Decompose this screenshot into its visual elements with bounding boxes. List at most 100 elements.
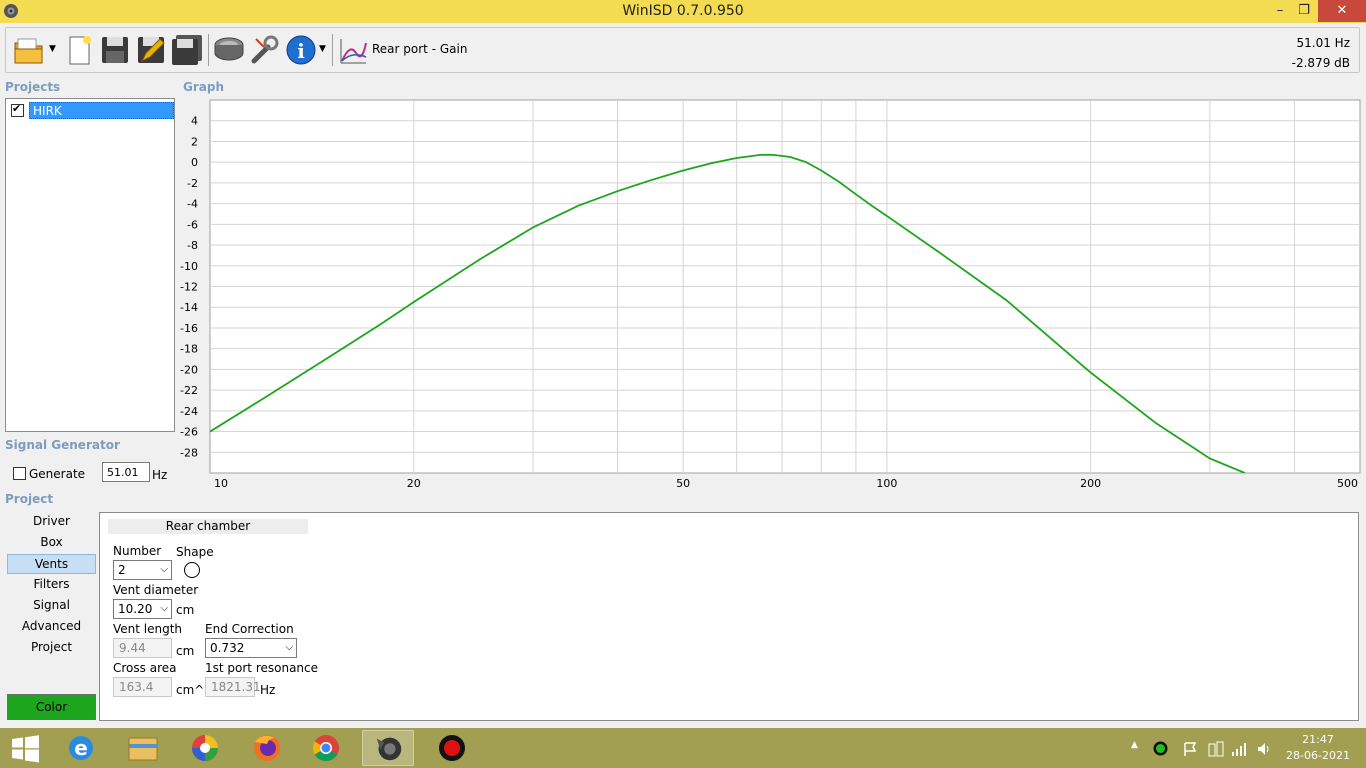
svg-text:i: i: [297, 39, 305, 63]
toolbar: ▼ i ▼ Rear port - Gain 51.01 Hz -2.879 d…: [5, 27, 1360, 73]
clock-time: 21:47: [1302, 733, 1334, 746]
tray-status-icon[interactable]: [1153, 741, 1168, 756]
open-dropdown-arrow[interactable]: ▼: [49, 44, 56, 54]
project-item[interactable]: HIRK: [8, 101, 174, 119]
volume-icon[interactable]: [1256, 741, 1272, 757]
x-tick-label: 20: [407, 477, 421, 490]
x-tick-label: 100: [876, 477, 897, 490]
y-tick-label: -14: [180, 301, 198, 314]
vent-length-unit: cm: [176, 644, 195, 658]
graph-type-label[interactable]: Rear port - Gain: [372, 42, 467, 56]
chevron-down-icon: ⌵: [285, 642, 293, 653]
nav-item-vents[interactable]: Vents: [7, 554, 96, 574]
taskbar: e ▲ 21:47 28-06-2021: [0, 728, 1366, 768]
driver-speaker-icon[interactable]: [212, 33, 246, 67]
project-section-label: Project: [5, 492, 54, 506]
open-folder-icon[interactable]: [12, 33, 46, 67]
vent-diameter-label: Vent diameter: [113, 583, 199, 597]
y-tick-label: -10: [180, 260, 198, 273]
y-tick-label: -22: [180, 384, 198, 397]
edit-save-icon[interactable]: [134, 33, 168, 67]
end-correction-value: 0.732: [210, 641, 245, 655]
rear-chamber-header: Rear chamber: [108, 519, 308, 534]
graph-panel[interactable]: 4 2 0 -2 -4 -6 -8 -10 -12 -14 -16 -18 -20 -22 -24 -26 -2…: [178, 98, 1362, 492]
chevron-down-icon: ⌵: [160, 603, 168, 614]
save-icon[interactable]: [98, 33, 132, 67]
generate-checkbox[interactable]: [13, 467, 26, 480]
save-all-icon[interactable]: [170, 33, 204, 67]
number-select[interactable]: 2 ⌵: [113, 560, 172, 580]
winisd-icon[interactable]: [362, 730, 414, 766]
signal-frequency-input[interactable]: [102, 462, 150, 482]
cross-area-field: 163.4: [113, 677, 172, 697]
vent-length-field: 9.44: [113, 638, 172, 658]
firefox-icon[interactable]: [241, 730, 293, 766]
start-icon[interactable]: [0, 730, 50, 766]
shape-label: Shape: [176, 545, 214, 559]
x-tick-label: 200: [1080, 477, 1101, 490]
graph-section-label: Graph: [183, 80, 224, 94]
network-icon[interactable]: [1207, 740, 1225, 758]
cursor-frequency-readout: 51.01 Hz: [1296, 36, 1351, 50]
vent-length-label: Vent length: [113, 622, 183, 636]
y-tick-label: -8: [187, 239, 198, 252]
vents-panel: Rear chamber Number Shape 2 ⌵ Vent diame…: [99, 512, 1359, 721]
nav-item-project[interactable]: Project: [7, 638, 96, 658]
color-button[interactable]: Color: [7, 694, 96, 720]
project-name[interactable]: HIRK: [29, 102, 174, 119]
port-resonance-field: 1821.31: [205, 677, 261, 697]
nav-item-signal[interactable]: Signal: [7, 596, 96, 616]
port-resonance-unit: Hz: [260, 683, 276, 697]
chrome-icon[interactable]: [300, 730, 352, 766]
y-tick-label: -2: [187, 177, 198, 190]
tray-expand-icon[interactable]: ▲: [1131, 740, 1138, 750]
close-button[interactable]: ✕: [1318, 0, 1366, 22]
vent-diameter-select[interactable]: 10.20 ⌵: [113, 599, 172, 619]
info-icon[interactable]: i: [284, 33, 318, 67]
nav-item-box[interactable]: Box: [7, 533, 96, 553]
recorder-icon[interactable]: [426, 730, 478, 766]
projects-section-label: Projects: [5, 80, 61, 94]
nav-item-filters[interactable]: Filters: [7, 575, 96, 595]
end-correction-select[interactable]: 0.732 ⌵: [205, 638, 297, 658]
maximize-button[interactable]: ❐: [1290, 0, 1318, 22]
ie-icon[interactable]: e: [55, 730, 107, 766]
end-correction-label: End Correction: [205, 622, 294, 636]
project-visible-checkbox[interactable]: [11, 102, 24, 117]
info-dropdown-arrow[interactable]: ▼: [319, 44, 326, 54]
number-label: Number: [113, 544, 162, 558]
x-tick-label: 500: [1337, 477, 1358, 490]
toolbar-separator: [332, 34, 333, 66]
nav-item-advanced[interactable]: Advanced: [7, 617, 96, 637]
cursor-gain-readout: -2.879 dB: [1291, 56, 1350, 70]
y-tick-label: -24: [180, 405, 198, 418]
vent-diameter-unit: cm: [176, 603, 195, 617]
chevron-down-icon: ⌵: [160, 564, 168, 575]
svg-text:e: e: [74, 736, 88, 760]
new-document-icon[interactable]: [62, 33, 96, 67]
signal-frequency-unit: Hz: [152, 468, 168, 482]
toolbar-separator: [208, 34, 209, 66]
circle-shape-icon[interactable]: [184, 562, 200, 578]
x-tick-label: 50: [676, 477, 690, 490]
nav-item-driver[interactable]: Driver: [7, 512, 96, 532]
taskbar-clock[interactable]: 21:47 28-06-2021: [1282, 732, 1354, 764]
port-resonance-label: 1st port resonance: [205, 661, 319, 675]
graph-type-icon[interactable]: [338, 33, 368, 67]
window-title: WinISD 0.7.0.950: [622, 3, 744, 19]
number-value: 2: [118, 563, 126, 577]
y-tick-label: -12: [180, 281, 198, 294]
gain-chart[interactable]: 420-2-4-6-8-10-12-14-16-18-20-22-24-26-2…: [178, 98, 1362, 492]
clock-date: 28-06-2021: [1286, 749, 1350, 762]
signal-strength-icon[interactable]: [1231, 741, 1247, 757]
y-tick-label: -18: [180, 343, 198, 356]
y-tick-label: -20: [180, 363, 198, 376]
y-tick-label: -4: [187, 198, 198, 211]
file-explorer-icon[interactable]: [117, 730, 169, 766]
y-tick-label: 4: [191, 115, 198, 128]
projects-list[interactable]: HIRK: [5, 98, 175, 432]
picasa-icon[interactable]: [179, 730, 231, 766]
tools-wrench-icon[interactable]: [248, 33, 282, 67]
y-tick-label: -16: [180, 322, 198, 335]
action-center-flag-icon[interactable]: [1182, 741, 1198, 757]
